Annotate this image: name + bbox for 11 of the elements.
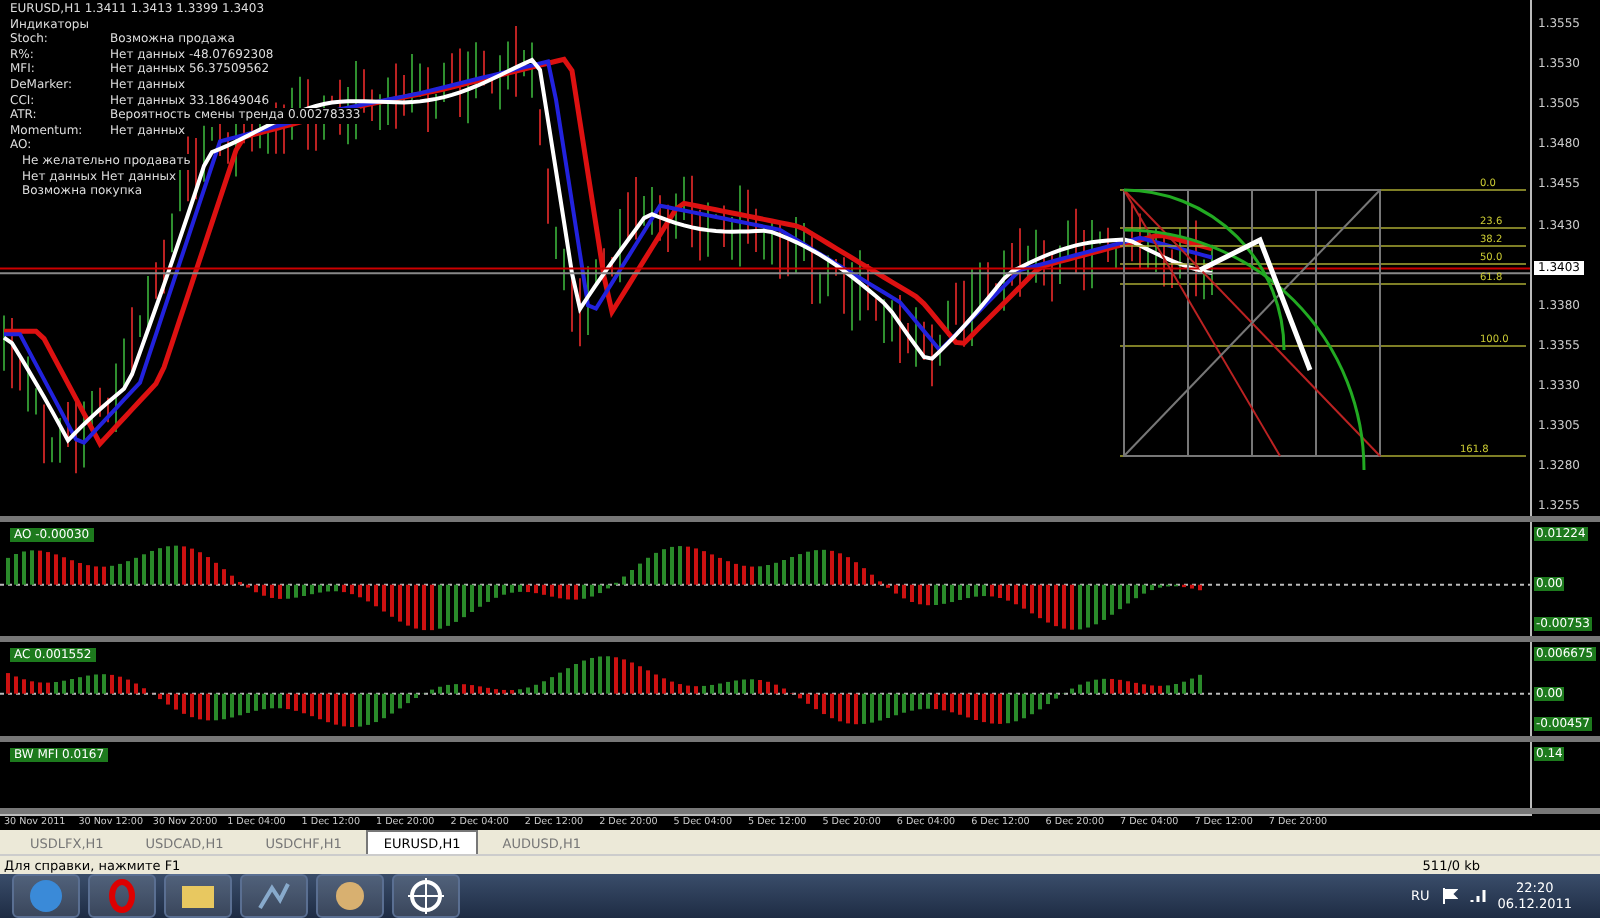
- taskbar-app-button[interactable]: [316, 874, 384, 918]
- forecast-line: [1198, 236, 1313, 371]
- folder-icon: [180, 882, 216, 910]
- signal-icon[interactable]: [1469, 888, 1486, 904]
- o-letter-icon: [108, 878, 136, 914]
- flag-icon[interactable]: [1441, 888, 1458, 904]
- taskbar-app-button[interactable]: [240, 874, 308, 918]
- start-button[interactable]: [12, 874, 80, 918]
- taskbar-app-button[interactable]: [164, 874, 232, 918]
- taskbar-app-button[interactable]: [392, 874, 460, 918]
- crosshair-icon: [408, 878, 444, 914]
